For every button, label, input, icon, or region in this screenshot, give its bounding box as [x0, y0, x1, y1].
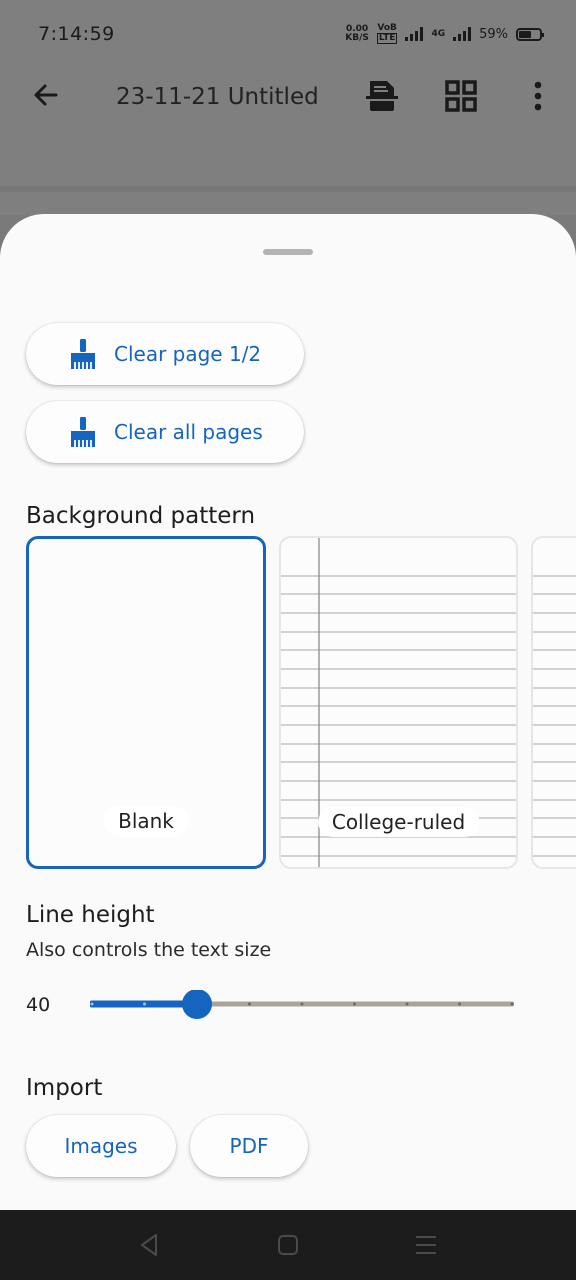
volte-top: VoB: [377, 23, 397, 33]
ruled-lines: [533, 575, 576, 857]
slider-tick: [510, 1002, 514, 1006]
more-vert-icon[interactable]: [520, 78, 556, 114]
clear-page-button[interactable]: Clear page 1/2: [26, 323, 304, 385]
line-height-slider[interactable]: [90, 990, 514, 1022]
slider-tick: [300, 1002, 304, 1006]
import-images-button[interactable]: Images: [26, 1115, 176, 1177]
signal-2-icon: [453, 27, 472, 41]
clear-all-pages-button[interactable]: Clear all pages: [26, 401, 304, 463]
grid-icon[interactable]: [443, 78, 479, 114]
signal-icon: [405, 27, 424, 41]
arrow-back-icon[interactable]: [30, 79, 62, 111]
slider-tick: [90, 1002, 94, 1006]
status-time: 7:14:59: [38, 23, 115, 45]
slider-tick: [143, 1002, 146, 1006]
volte-bottom: LTE: [376, 33, 398, 44]
navigation-bar: [0, 1210, 576, 1280]
status-icons: 0.00 KB/S VoB LTE 4G 59%: [345, 23, 544, 44]
battery-icon: [516, 27, 544, 41]
broom-icon: [71, 339, 95, 369]
network-type-icon: 4G: [431, 28, 446, 39]
slider-thumb[interactable]: [182, 990, 212, 1019]
import-heading: Import: [26, 1075, 103, 1101]
slider-tick: [458, 1002, 461, 1006]
battery-fill: [519, 30, 531, 38]
battery-percent: 59%: [479, 26, 508, 42]
slider-tick: [405, 1002, 409, 1006]
bottom-sheet: Clear page 1/2 Clear all pages Backgroun…: [0, 214, 576, 1210]
line-height-value: 40: [26, 994, 51, 1016]
broom-icon: [71, 417, 95, 447]
pattern-label: Blank: [104, 806, 188, 836]
pattern-college-ruled[interactable]: College-ruled: [279, 536, 518, 869]
line-height-subtext: Also controls the text size: [26, 939, 272, 961]
import-pdf-button[interactable]: PDF: [190, 1115, 308, 1177]
app-toolbar: 23-11-21 Untitled: [0, 66, 576, 126]
net-speed: 0.00 KB/S: [345, 25, 369, 43]
pattern-blank[interactable]: Blank: [26, 536, 266, 869]
background-pattern-heading: Background pattern: [26, 503, 256, 529]
network-type: 4G: [431, 28, 446, 39]
pattern-next-partial[interactable]: [531, 536, 576, 869]
toolbar-shadow: [0, 186, 576, 192]
line-height-heading: Line height: [26, 902, 155, 928]
import-images-label: Images: [64, 1134, 138, 1158]
volte-icon: VoB LTE: [376, 23, 398, 44]
pattern-label: College-ruled: [317, 807, 480, 837]
slider-tick: [353, 1002, 356, 1006]
net-speed-unit: KB/S: [345, 33, 369, 43]
drag-handle[interactable]: [263, 249, 313, 255]
clear-all-label: Clear all pages: [114, 420, 263, 444]
document-title[interactable]: 23-11-21 Untitled: [116, 84, 322, 110]
document-save-icon[interactable]: [364, 78, 400, 114]
nav-home-icon[interactable]: [275, 1232, 301, 1258]
nav-menu-icon[interactable]: [413, 1232, 439, 1258]
import-pdf-label: PDF: [229, 1134, 269, 1158]
nav-back-icon[interactable]: [137, 1232, 163, 1258]
clear-page-label: Clear page 1/2: [114, 342, 262, 366]
status-bar: 7:14:59 0.00 KB/S VoB LTE 4G 59%: [0, 0, 576, 66]
slider-tick: [248, 1002, 251, 1006]
